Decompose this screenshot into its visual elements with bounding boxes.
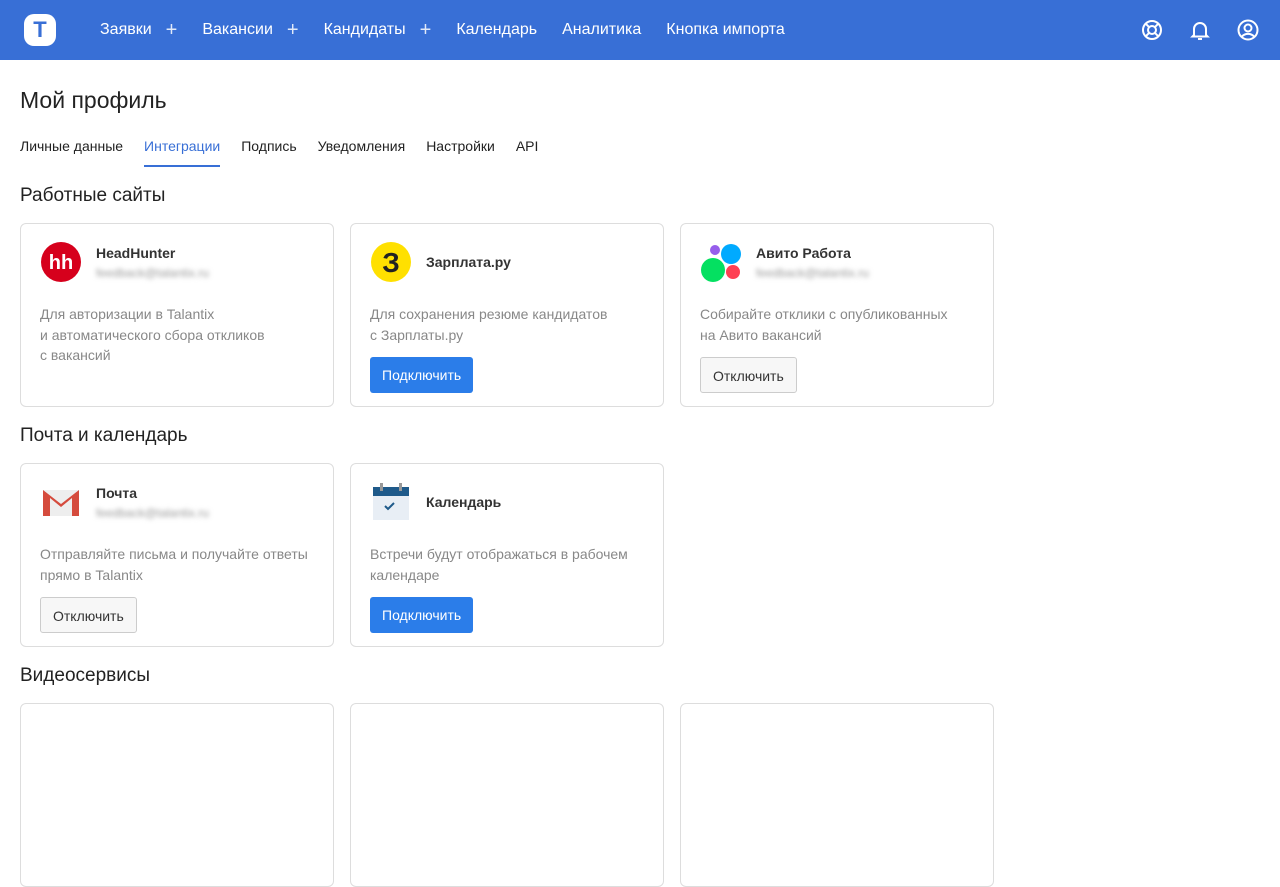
svg-text:З: З <box>382 247 400 278</box>
tab[interactable]: API <box>516 138 539 167</box>
integration-name: Календарь <box>426 494 502 510</box>
tab[interactable]: Личные данные <box>20 138 123 167</box>
card-zarplata: З Зарплата.ру Для сохранения резюме канд… <box>350 223 664 407</box>
nav-item-label: Заявки <box>100 21 152 38</box>
section-title-mail: Почта и календарь <box>20 425 188 446</box>
nav-item[interactable]: Календарь <box>456 21 537 39</box>
zarplata-logo-icon: З <box>371 242 411 282</box>
integration-name: Почта <box>96 484 138 501</box>
integration-email: feedback@talantix.ru <box>96 505 209 520</box>
integration-description: Собирайте отклики с опубликованных на Ав… <box>700 306 948 343</box>
disconnect-avito-button[interactable]: Отключить <box>700 357 797 393</box>
avito-logo-icon <box>701 244 741 282</box>
user-icon[interactable] <box>1236 18 1260 42</box>
plus-icon[interactable]: + <box>166 19 178 42</box>
section-title-jobs: Работные сайты <box>20 185 166 206</box>
integration-email: feedback@talantix.ru <box>96 265 209 280</box>
tab[interactable]: Подпись <box>241 138 296 167</box>
integration-name: Авито Работа <box>756 244 851 261</box>
integration-name: Зарплата.ру <box>426 254 511 270</box>
integration-description: Встречи будут отображаться в рабочем кал… <box>370 546 628 583</box>
disconnect-mail-button[interactable]: Отключить <box>40 597 137 633</box>
integration-name: HeadHunter <box>96 244 176 261</box>
nav-item-label: Кнопка импорта <box>666 21 785 38</box>
section-title-video: Видеосервисы <box>20 665 151 686</box>
card-video-2 <box>350 703 664 887</box>
plus-icon[interactable]: + <box>420 19 432 42</box>
nav-item-label: Аналитика <box>562 21 642 38</box>
main-nav: Заявки + Вакансии + Кандидаты + Календарь Анали… <box>100 19 810 42</box>
help-icon[interactable] <box>1140 18 1164 42</box>
page-title: Мой профиль <box>20 87 167 113</box>
nav-item-label: Вакансии <box>202 21 273 38</box>
talantix-logo[interactable]: T <box>20 10 60 50</box>
card-video-1 <box>20 703 334 887</box>
gmail-logo-icon <box>43 490 79 516</box>
tab[interactable]: Настройки <box>426 138 495 167</box>
profile-tabs: Личные данные Интеграции Подпись Уведомлени… <box>20 138 1260 167</box>
card-video-3 <box>680 703 994 887</box>
svg-text:hh: hh <box>49 252 73 274</box>
nav-item[interactable]: Кнопка импорта <box>666 21 785 39</box>
nav-item[interactable]: Вакансии + <box>202 19 298 42</box>
integration-description: Для сохранения резюме кандидатов с Зарпл… <box>370 306 608 343</box>
integration-description: Для авторизации в Talantix и автоматичес… <box>40 306 265 363</box>
connect-calendar-button[interactable]: Подключить <box>370 597 474 633</box>
card-headhunter: hh HeadHunter feedback@talantix.ru Для ав… <box>20 223 334 407</box>
integration-email: feedback@talantix.ru <box>756 265 869 280</box>
calendar-logo-icon <box>373 483 409 520</box>
bell-icon[interactable] <box>1188 18 1212 42</box>
card-avito: Авито Работа feedback@talantix.ru Собирай… <box>680 223 994 407</box>
top-bar: T Заявки + Вакансии + Кандидаты + Календарь Ана… <box>0 0 1280 60</box>
nav-item[interactable]: Аналитика <box>562 21 641 39</box>
card-mail: Почта feedback@talantix.ru Отправляйте пи… <box>20 463 334 647</box>
tab[interactable]: Интеграции <box>144 138 221 167</box>
nav-item-label: Кандидаты <box>323 21 406 38</box>
nav-item[interactable]: Заявки + <box>100 19 177 42</box>
connect-zarplata-button[interactable]: Подключить <box>370 357 474 393</box>
headhunter-logo-icon: hh <box>41 242 81 282</box>
integration-description: Отправляйте письма и получайте ответы пр… <box>40 546 308 583</box>
card-calendar: Календарь Встречи будут отображаться в р… <box>350 463 664 647</box>
nav-item[interactable]: Кандидаты + <box>324 19 432 42</box>
plus-icon[interactable]: + <box>287 19 299 42</box>
tab[interactable]: Уведомления <box>318 138 406 167</box>
nav-item-label: Календарь <box>456 21 538 38</box>
